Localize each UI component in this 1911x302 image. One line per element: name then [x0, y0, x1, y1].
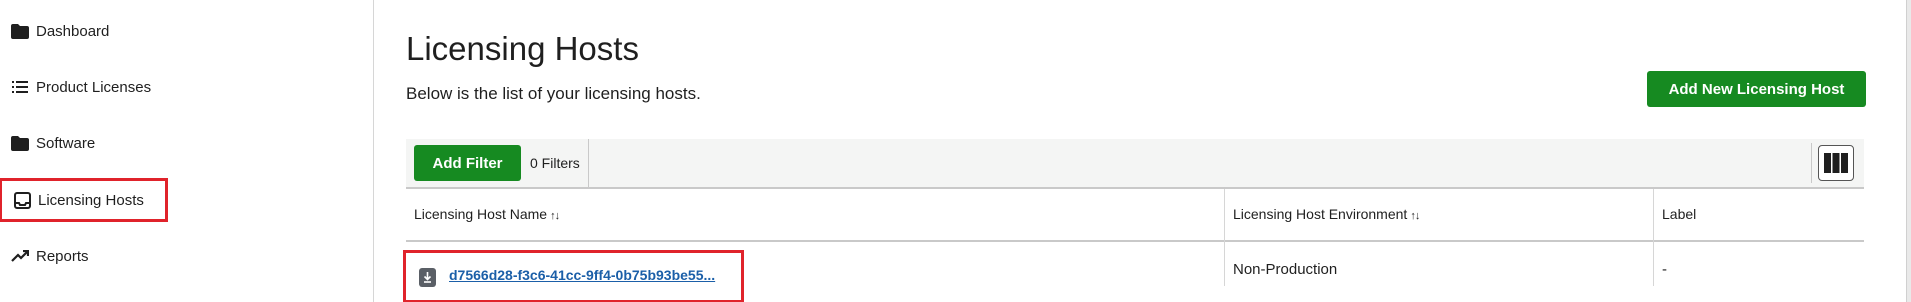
columns-icon: [1824, 153, 1848, 173]
folder-icon: [10, 22, 30, 40]
host-name-cell: d7566d28-f3c6-41cc-9ff4-0b75b93be55...: [403, 250, 744, 302]
column-header-label-col: Label: [1654, 189, 1864, 240]
sidebar-item-label: Software: [36, 134, 96, 152]
filter-toolbar: Add Filter 0 Filters: [406, 139, 1864, 189]
column-settings-button[interactable]: [1818, 145, 1854, 181]
sidebar-item-product-licenses[interactable]: Product Licenses: [10, 73, 151, 101]
add-new-licensing-host-button[interactable]: Add New Licensing Host: [1647, 71, 1866, 107]
sidebar: Dashboard Product Licenses Software Lice…: [0, 0, 374, 302]
sidebar-item-reports[interactable]: Reports: [10, 242, 89, 270]
sidebar-item-label: Reports: [36, 247, 89, 265]
inbox-icon: [12, 191, 32, 209]
page-subtitle: Below is the list of your licensing host…: [406, 84, 701, 103]
table-header: Licensing Host Name ↑↓ Licensing Host Env…: [406, 189, 1864, 286]
sidebar-item-label: Product Licenses: [36, 78, 152, 96]
app: Dashboard Product Licenses Software Lice…: [0, 0, 1911, 302]
main-content: Licensing Hosts Below is the list of you…: [375, 0, 1911, 302]
trend-icon: [10, 247, 30, 265]
column-header-host-name[interactable]: Licensing Host Name ↑↓: [406, 189, 1224, 240]
filter-count: 0 Filters: [530, 139, 589, 187]
page-title: Licensing Hosts: [406, 30, 639, 67]
sort-icon[interactable]: ↑↓: [550, 210, 560, 222]
folder-icon: [10, 134, 30, 152]
column-header-label: Licensing Host Environment: [1233, 206, 1408, 222]
sort-icon[interactable]: ↑↓: [1410, 210, 1420, 222]
page-scrollbar[interactable]: [1906, 0, 1911, 302]
sidebar-item-licensing-hosts[interactable]: Licensing Hosts: [0, 178, 168, 222]
sidebar-item-label: Licensing Hosts: [38, 191, 144, 209]
list-icon: [10, 78, 30, 96]
add-filter-button[interactable]: Add Filter: [414, 145, 521, 181]
column-header-label: Licensing Host Name: [414, 206, 548, 222]
host-name-link[interactable]: d7566d28-f3c6-41cc-9ff4-0b75b93be55...: [449, 267, 715, 283]
sidebar-item-dashboard[interactable]: Dashboard: [10, 17, 109, 45]
sidebar-item-software[interactable]: Software: [10, 129, 95, 157]
download-icon: [419, 268, 436, 287]
environment-cell: Non-Production: [1233, 261, 1338, 278]
table-row: d7566d28-f3c6-41cc-9ff4-0b75b93be55... N…: [403, 243, 1864, 302]
label-cell: -: [1662, 261, 1667, 278]
sidebar-item-label: Dashboard: [36, 22, 110, 40]
toolbar-divider: [1811, 143, 1812, 183]
column-header-label: Label: [1662, 206, 1697, 222]
column-header-environment[interactable]: Licensing Host Environment ↑↓: [1225, 189, 1653, 240]
